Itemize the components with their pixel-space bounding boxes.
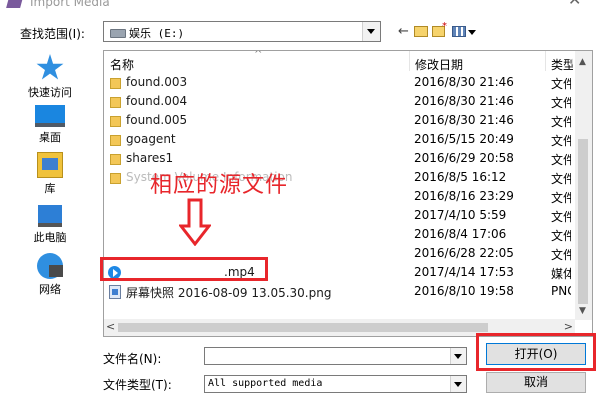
- app-icon: [6, 0, 24, 8]
- file-name: goagent: [126, 132, 176, 146]
- folder-icon: [110, 97, 121, 108]
- file-row[interactable]: found.004 2016/8/30 21:46 文件夹: [104, 93, 574, 112]
- file-type: 文件夹: [551, 248, 571, 262]
- vertical-scrollbar[interactable]: ▲ ▼: [575, 51, 592, 320]
- scroll-right-icon[interactable]: >: [564, 320, 573, 333]
- network-icon: [37, 253, 63, 279]
- filetype-value: All supported media: [208, 378, 323, 389]
- place-label: 库: [44, 182, 56, 195]
- chevron-down-icon[interactable]: [450, 376, 466, 392]
- view-menu-chevron-icon[interactable]: [468, 30, 476, 35]
- library-icon: [37, 152, 63, 178]
- file-type: 文件夹: [551, 77, 571, 91]
- file-name: found.004: [126, 94, 188, 108]
- sort-up-icon: ^: [254, 50, 263, 60]
- window-title: Import Media: [30, 0, 110, 9]
- scroll-up-icon[interactable]: ▲: [579, 57, 586, 67]
- up-folder-icon[interactable]: [414, 26, 428, 37]
- file-name: found.005: [126, 113, 188, 127]
- close-icon[interactable]: ✕: [568, 0, 581, 9]
- file-type: 文件夹: [551, 115, 571, 129]
- file-date: 2017/4/10 5:59: [414, 208, 507, 222]
- file-date: 2016/6/29 20:58: [414, 151, 514, 165]
- file-date: 2017/4/14 17:53: [414, 265, 514, 279]
- title-bar: Import Media ✕: [0, 0, 600, 14]
- folder-icon: [110, 154, 121, 165]
- place-network[interactable]: 网络: [14, 253, 86, 297]
- place-label: 网络: [39, 283, 61, 296]
- file-row[interactable]: found.005 2016/8/30 21:46 文件夹: [104, 112, 574, 131]
- desktop-icon: [35, 105, 65, 127]
- lookin-value: 娱乐 (E:): [129, 27, 185, 40]
- star-icon: [36, 54, 64, 80]
- folder-icon: [110, 173, 121, 184]
- file-date: 2016/8/10 19:58: [414, 284, 514, 298]
- annotation-arrow-icon: [179, 198, 211, 246]
- horizontal-scroll-thumb[interactable]: [118, 323, 488, 332]
- chevron-down-icon[interactable]: [362, 22, 380, 41]
- filename-label: 文件名(N):: [103, 352, 162, 366]
- column-header-date[interactable]: 修改日期: [415, 56, 463, 73]
- file-date: 2016/8/30 21:46: [414, 113, 514, 127]
- file-name: shares1: [126, 151, 174, 165]
- file-date: 2016/8/4 17:06: [414, 227, 507, 241]
- annotation-box-source-file: [100, 257, 268, 281]
- file-date: 2016/6/28 22:05: [414, 246, 514, 260]
- computer-icon: [38, 205, 62, 227]
- file-row[interactable]: found.003 2016/8/30 21:46 文件夹: [104, 74, 574, 93]
- image-file-icon: [109, 285, 121, 299]
- file-date: 2016/8/5 16:12: [414, 170, 507, 184]
- place-quick-access[interactable]: 快速访问: [14, 54, 86, 100]
- folder-icon: [110, 116, 121, 127]
- file-type: 文件夹: [551, 172, 571, 186]
- file-row[interactable]: 屏幕快照 2016-08-09 13.05.30.png 2016/8/10 1…: [104, 283, 574, 302]
- file-date: 2016/5/15 20:49: [414, 132, 514, 146]
- file-type: 文件夹: [551, 229, 571, 243]
- file-type: 文件夹: [551, 96, 571, 110]
- folder-icon: [110, 78, 121, 89]
- back-arrow-icon[interactable]: ←: [398, 24, 409, 39]
- file-name: 屏幕快照 2016-08-09 13.05.30.png: [126, 286, 332, 300]
- file-row[interactable]: goagent 2016/5/15 20:49 文件夹: [104, 131, 574, 150]
- file-date: 2016/8/30 21:46: [414, 75, 514, 89]
- view-menu-icon[interactable]: [452, 26, 466, 37]
- vertical-scroll-thumb[interactable]: [578, 139, 588, 304]
- file-type: 文件夹: [551, 210, 571, 224]
- place-library[interactable]: 库: [14, 152, 86, 196]
- place-desktop[interactable]: 桌面: [14, 105, 86, 145]
- annotation-label: 相应的源文件: [150, 173, 289, 198]
- column-divider[interactable]: [545, 51, 546, 71]
- lookin-dropdown[interactable]: 娱乐 (E:): [103, 21, 381, 42]
- filetype-label: 文件类型(T):: [103, 378, 172, 392]
- lookin-label: 查找范围(I):: [20, 27, 85, 41]
- scroll-left-icon[interactable]: <: [106, 320, 115, 333]
- file-type: 文件夹: [551, 191, 571, 205]
- drive-icon: [110, 29, 126, 38]
- place-this-pc[interactable]: 此电脑: [14, 205, 86, 245]
- scroll-down-icon[interactable]: ▼: [579, 306, 586, 316]
- cancel-button[interactable]: 取消: [486, 372, 586, 393]
- file-name: found.003: [126, 75, 188, 89]
- file-type: 媒体文件: [551, 267, 571, 281]
- filetype-dropdown[interactable]: All supported media: [204, 375, 467, 393]
- column-header-type[interactable]: 类型: [551, 56, 573, 73]
- place-label: 桌面: [39, 131, 61, 144]
- file-type: 文件夹: [551, 134, 571, 148]
- column-divider[interactable]: [409, 51, 410, 71]
- file-type: 文件夹: [551, 153, 571, 167]
- filename-input[interactable]: [204, 347, 467, 365]
- folder-icon: [110, 135, 121, 146]
- column-header-name[interactable]: 名称: [110, 56, 134, 73]
- open-button[interactable]: 打开(O): [486, 343, 586, 365]
- file-date: 2016/8/30 21:46: [414, 94, 514, 108]
- place-label: 此电脑: [33, 231, 67, 244]
- file-row[interactable]: 2016/8/4 17:06 文件夹: [104, 226, 574, 245]
- new-folder-icon[interactable]: [432, 21, 447, 37]
- file-date: 2016/8/16 23:29: [414, 189, 514, 203]
- file-row[interactable]: 2017/4/10 5:59 文件夹: [104, 207, 574, 226]
- place-label: 快速访问: [28, 86, 72, 99]
- file-type: PNG: [551, 284, 571, 298]
- chevron-down-icon[interactable]: [450, 348, 466, 364]
